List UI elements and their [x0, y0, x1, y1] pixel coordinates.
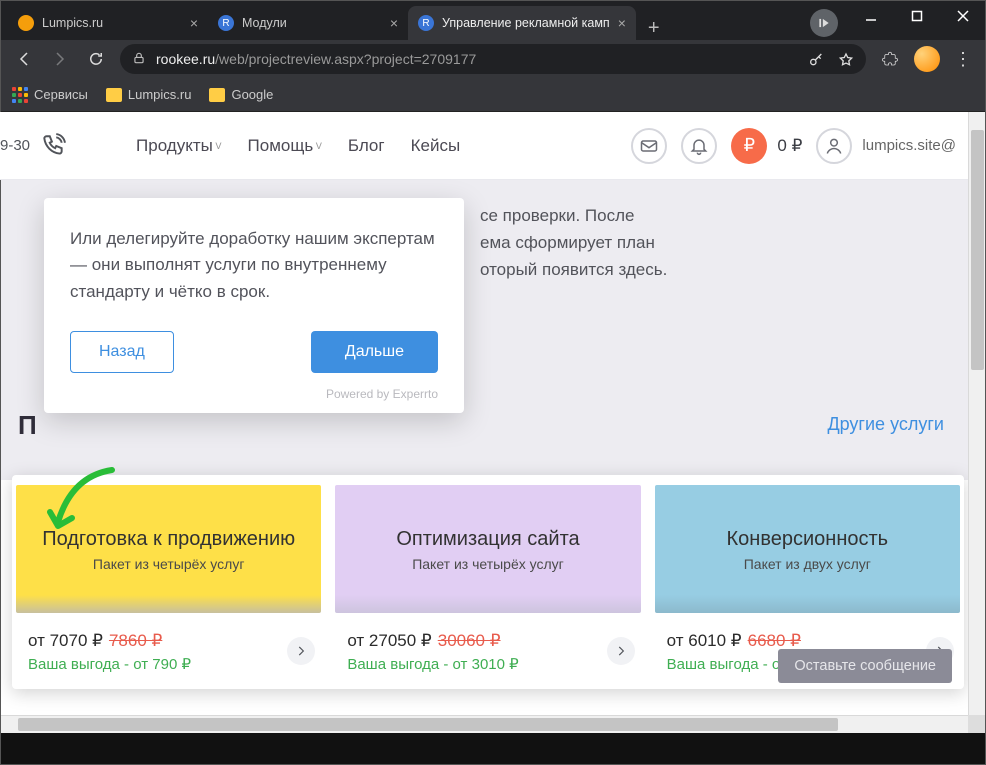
- card-old-price: 7860 ₽: [109, 631, 162, 650]
- nav-back-button[interactable]: [8, 43, 40, 75]
- menu-blog[interactable]: Блог: [348, 136, 385, 156]
- window-minimize-button[interactable]: [848, 0, 894, 32]
- card-benefit: Ваша выгода - от 3010 ₽: [347, 655, 628, 673]
- favicon-icon: [18, 15, 34, 31]
- popup-credit: Powered by Experrto: [70, 387, 438, 401]
- extensions-button[interactable]: [874, 43, 906, 75]
- bookmark-item[interactable]: Lumpics.ru: [106, 87, 192, 102]
- tab-close-icon[interactable]: ×: [390, 15, 398, 31]
- bookmark-label: Google: [231, 87, 273, 102]
- apps-label: Сервисы: [34, 87, 88, 102]
- address-bar: rookee.ru/web/projectreview.aspx?project…: [0, 40, 986, 78]
- lock-icon: [132, 51, 148, 67]
- balance-button[interactable]: ₽ 0 ₽: [731, 128, 802, 164]
- card-price: от 27050 ₽: [347, 631, 431, 650]
- menu-products[interactable]: Продукты: [136, 136, 221, 156]
- window-close-button[interactable]: [940, 0, 986, 32]
- bg-text: се проверки. После ема сформирует план о…: [480, 202, 667, 284]
- vertical-scrollbar[interactable]: [968, 112, 986, 715]
- bookmark-item[interactable]: Google: [209, 87, 273, 102]
- popup-next-button[interactable]: Дальше: [311, 331, 438, 373]
- tab-strip: Lumpics.ru × R Модули × R Управление рек…: [0, 0, 986, 40]
- card-subtitle: Пакет из двух услуг: [744, 556, 871, 572]
- browser-tab[interactable]: R Управление рекламной камп ×: [408, 6, 636, 40]
- apps-icon: [12, 87, 28, 103]
- card-price: от 7070 ₽: [28, 631, 103, 650]
- scroll-up-button[interactable]: [969, 112, 986, 130]
- bookmark-star-icon[interactable]: [838, 51, 854, 67]
- url-host: rookee.ru: [156, 51, 215, 67]
- user-icon: [816, 128, 852, 164]
- horizontal-scrollbar[interactable]: [0, 715, 968, 733]
- bookmark-label: Lumpics.ru: [128, 87, 192, 102]
- card-subtitle: Пакет из четырёх услуг: [93, 556, 245, 572]
- section-heading: П: [18, 410, 37, 441]
- scroll-thumb[interactable]: [971, 130, 984, 370]
- card-title: Конверсионность: [727, 527, 889, 552]
- user-menu[interactable]: lumpics.site@: [816, 128, 956, 164]
- browser-tab[interactable]: R Модули ×: [208, 6, 408, 40]
- favicon-icon: R: [418, 15, 434, 31]
- scroll-thumb[interactable]: [18, 718, 838, 731]
- apps-button[interactable]: Сервисы: [12, 87, 88, 103]
- site-header: 9-30 Продукты Помощь Блог Кейсы ₽ 0 ₽: [0, 112, 968, 180]
- page-viewport: 9-30 Продукты Помощь Блог Кейсы ₽ 0 ₽: [0, 112, 986, 733]
- phone-icon[interactable]: [40, 133, 66, 159]
- card-price: от 6010 ₽: [667, 631, 742, 650]
- tab-title: Модули: [242, 16, 382, 30]
- chat-widget-button[interactable]: Оставьте сообщение: [778, 649, 952, 683]
- tab-title: Lumpics.ru: [42, 16, 182, 30]
- tab-close-icon[interactable]: ×: [190, 15, 198, 31]
- browser-menu-button[interactable]: ⋮: [948, 49, 978, 70]
- tab-close-icon[interactable]: ×: [618, 15, 626, 31]
- new-tab-button[interactable]: +: [636, 17, 672, 40]
- popup-back-button[interactable]: Назад: [70, 331, 174, 373]
- phone-fragment: 9-30: [0, 137, 40, 154]
- card-chevron-button[interactable]: [607, 637, 635, 665]
- messages-button[interactable]: [631, 128, 667, 164]
- nav-reload-button[interactable]: [80, 43, 112, 75]
- notifications-button[interactable]: [681, 128, 717, 164]
- bookmarks-bar: Сервисы Lumpics.ru Google: [0, 78, 986, 112]
- card-old-price: 6680 ₽: [748, 631, 801, 650]
- card-chevron-button[interactable]: [287, 637, 315, 665]
- popup-text: Или делегируйте доработку нашим эксперта…: [70, 226, 438, 305]
- menu-cases[interactable]: Кейсы: [411, 136, 461, 156]
- folder-icon: [209, 88, 225, 102]
- onboarding-popup: Или делегируйте доработку нашим эксперта…: [44, 198, 464, 413]
- media-control-button[interactable]: [810, 9, 838, 37]
- profile-avatar-button[interactable]: [914, 46, 940, 72]
- card-subtitle: Пакет из четырёх услуг: [412, 556, 564, 572]
- card-old-price: 30060 ₽: [438, 631, 501, 650]
- other-services-link[interactable]: Другие услуги: [827, 414, 944, 435]
- card-benefit: Ваша выгода - от 790 ₽: [28, 655, 309, 673]
- window-maximize-button[interactable]: [894, 0, 940, 32]
- tab-title: Управление рекламной камп: [442, 16, 610, 30]
- password-key-icon[interactable]: [808, 51, 824, 67]
- url-path: /web/projectreview.aspx?project=2709177: [215, 51, 476, 67]
- folder-icon: [106, 88, 122, 102]
- favicon-icon: R: [218, 15, 234, 31]
- url-field[interactable]: rookee.ru/web/projectreview.aspx?project…: [120, 44, 866, 74]
- card-title: Оптимизация сайта: [396, 527, 579, 552]
- menu-help[interactable]: Помощь: [248, 136, 322, 156]
- nav-forward-button: [44, 43, 76, 75]
- scroll-right-button[interactable]: [912, 716, 968, 733]
- balance-text: 0 ₽: [777, 136, 802, 156]
- ruble-icon: ₽: [731, 128, 767, 164]
- user-email: lumpics.site@: [862, 137, 956, 154]
- browser-tab[interactable]: Lumpics.ru ×: [8, 6, 208, 40]
- scroll-down-button[interactable]: [969, 697, 986, 715]
- service-card-optimization[interactable]: Оптимизация сайта Пакет из четырёх услуг…: [335, 485, 640, 683]
- annotation-arrow-icon: [44, 462, 124, 542]
- scrollbar-corner: [968, 715, 986, 733]
